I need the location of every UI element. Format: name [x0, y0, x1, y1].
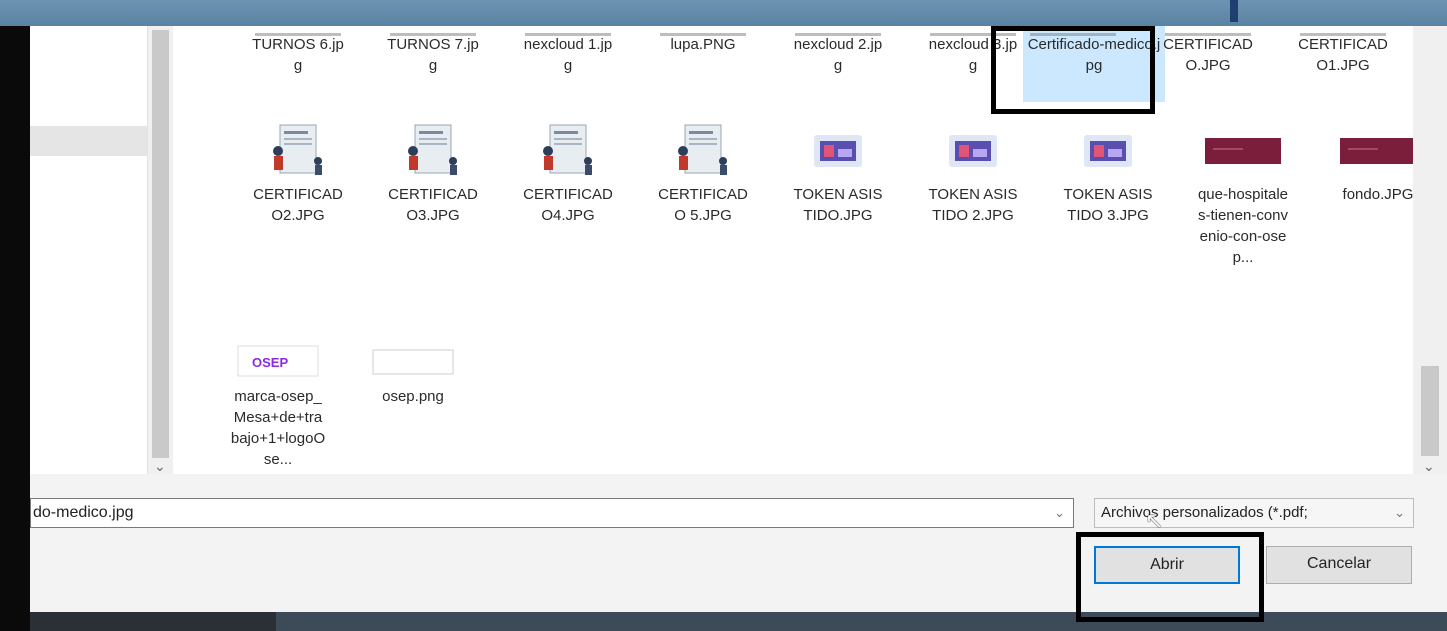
certificate-illustration-icon — [383, 116, 483, 184]
token-illustration-icon — [788, 116, 888, 184]
image-stub-icon — [788, 26, 888, 36]
chevron-down-icon[interactable]: ⌄ — [154, 458, 166, 475]
file-tile[interactable]: TURNOS 6.jpg — [248, 26, 348, 76]
left-black-bar — [0, 26, 30, 631]
cancel-button[interactable]: Cancelar — [1266, 546, 1412, 584]
svg-text:OSEP: OSEP — [252, 355, 288, 370]
navigation-scroll-thumb[interactable] — [152, 30, 169, 458]
file-tile[interactable]: TOKEN ASISTIDO 3.JPG — [1058, 116, 1158, 226]
open-button[interactable]: Abrir — [1094, 546, 1240, 584]
token-illustration-icon — [1058, 116, 1158, 184]
chevron-down-icon[interactable]: ⌄ — [1423, 458, 1435, 475]
navigation-pane[interactable] — [30, 26, 147, 474]
file-tile[interactable]: CERTIFICADO 5.JPG — [653, 116, 753, 226]
file-name-label: TURNOS 7.jpg — [387, 36, 479, 74]
navigation-selected-item[interactable] — [30, 126, 147, 156]
file-name-label: TOKEN ASISTIDO 2.JPG — [928, 186, 1018, 224]
filetype-value: Archivos personalizados (*.pdf; — [1101, 504, 1308, 521]
certificate-illustration-icon — [653, 116, 753, 184]
file-name-label: Certificado-medico.jpg — [1027, 36, 1161, 74]
file-list-scroll-thumb[interactable] — [1421, 366, 1439, 456]
file-tile[interactable]: OSEP marca-osep_Mesa+de+trabajo+1+logoOse… — [228, 336, 328, 470]
file-tile[interactable]: que-hospitales-tienen-convenio-con-osep.… — [1193, 116, 1293, 268]
image-stub-icon — [1293, 26, 1393, 36]
file-list-view[interactable]: TURNOS 6.jpg TURNOS 7.jpg nexcloud 1.jpg lu… — [173, 26, 1416, 474]
chevron-down-icon[interactable]: ⌄ — [1394, 499, 1405, 527]
blank-image-icon — [363, 336, 463, 386]
file-name-label: nexcloud 3.jpg — [928, 36, 1018, 74]
file-name-label: TOKEN ASISTIDO.JPG — [793, 186, 883, 224]
file-tile[interactable]: CERTIFICADO4.JPG — [518, 116, 618, 226]
file-tile[interactable]: osep.png — [363, 336, 463, 407]
certificate-illustration-icon — [248, 116, 348, 184]
file-tile[interactable]: CERTIFICADO2.JPG — [248, 116, 348, 226]
file-tile[interactable]: TOKEN ASISTIDO.JPG — [788, 116, 888, 226]
file-tile[interactable]: CERTIFICADO1.JPG — [1293, 26, 1393, 76]
file-name-label: CERTIFICADO 5.JPG — [658, 186, 748, 224]
file-name-label: nexcloud 2.jpg — [793, 36, 883, 74]
file-name-label: TURNOS 6.jpg — [252, 36, 344, 74]
image-stub-icon — [923, 26, 1023, 36]
navigation-scrollbar[interactable]: ⌄ — [147, 26, 173, 474]
open-file-dialog: ⌄ TURNOS 6.jpg TURNOS 7.jpg nexcloud 1.jpg… — [30, 26, 1447, 612]
image-stub-icon — [653, 26, 753, 36]
image-stub-icon — [248, 26, 348, 36]
file-tile[interactable]: nexcloud 1.jpg — [518, 26, 618, 76]
image-stub-icon — [1158, 26, 1258, 36]
image-stub-icon — [1023, 26, 1123, 36]
mouse-cursor-icon: ↖ — [1145, 508, 1164, 533]
file-tile[interactable]: lupa.PNG — [653, 26, 753, 55]
image-stub-icon — [383, 26, 483, 36]
certificate-illustration-icon — [518, 116, 618, 184]
file-name-label: que-hospitales-tienen-convenio-con-osep.… — [1197, 186, 1289, 266]
osep-logo-icon: OSEP — [228, 336, 328, 386]
file-name-label: CERTIFICADO4.JPG — [523, 186, 613, 224]
file-name-label: marca-osep_Mesa+de+trabajo+1+logoOse... — [230, 388, 326, 468]
file-name-label: osep.png — [382, 388, 444, 405]
file-name-label: nexcloud 1.jpg — [523, 36, 613, 74]
file-name-label: TOKEN ASISTIDO 3.JPG — [1063, 186, 1153, 224]
file-name-label: CERTIFICADO1.JPG — [1298, 36, 1388, 74]
token-illustration-icon — [923, 116, 1023, 184]
chevron-down-icon[interactable]: ⌄ — [1054, 499, 1065, 527]
maroon-banner-icon — [1193, 116, 1293, 184]
file-name-label: CERTIFICADO.JPG — [1163, 36, 1253, 74]
file-tile[interactable]: CERTIFICADO.JPG — [1158, 26, 1258, 76]
file-name-label: CERTIFICADO3.JPG — [388, 186, 478, 224]
file-tile[interactable]: CERTIFICADO3.JPG — [383, 116, 483, 226]
file-name-label: CERTIFICADO2.JPG — [253, 186, 343, 224]
file-tile[interactable]: TURNOS 7.jpg — [383, 26, 483, 76]
taskbar-left-segment — [0, 612, 276, 631]
filetype-select[interactable]: Archivos personalizados (*.pdf; ⌄ — [1094, 498, 1414, 528]
filename-value: do-medico.jpg — [33, 504, 134, 521]
file-tile[interactable]: nexcloud 3.jpg — [923, 26, 1023, 76]
window-edge-accent — [1230, 0, 1238, 22]
file-tile[interactable]: nexcloud 2.jpg — [788, 26, 888, 76]
file-tile[interactable]: Certificado-medico.jpg — [1023, 26, 1165, 102]
image-stub-icon — [518, 26, 618, 36]
file-list-scrollbar[interactable]: ⌄ — [1413, 26, 1447, 474]
file-name-label: lupa.PNG — [670, 36, 736, 53]
file-tile[interactable]: TOKEN ASISTIDO 2.JPG — [923, 116, 1023, 226]
filename-input[interactable]: do-medico.jpg ⌄ — [30, 498, 1074, 528]
